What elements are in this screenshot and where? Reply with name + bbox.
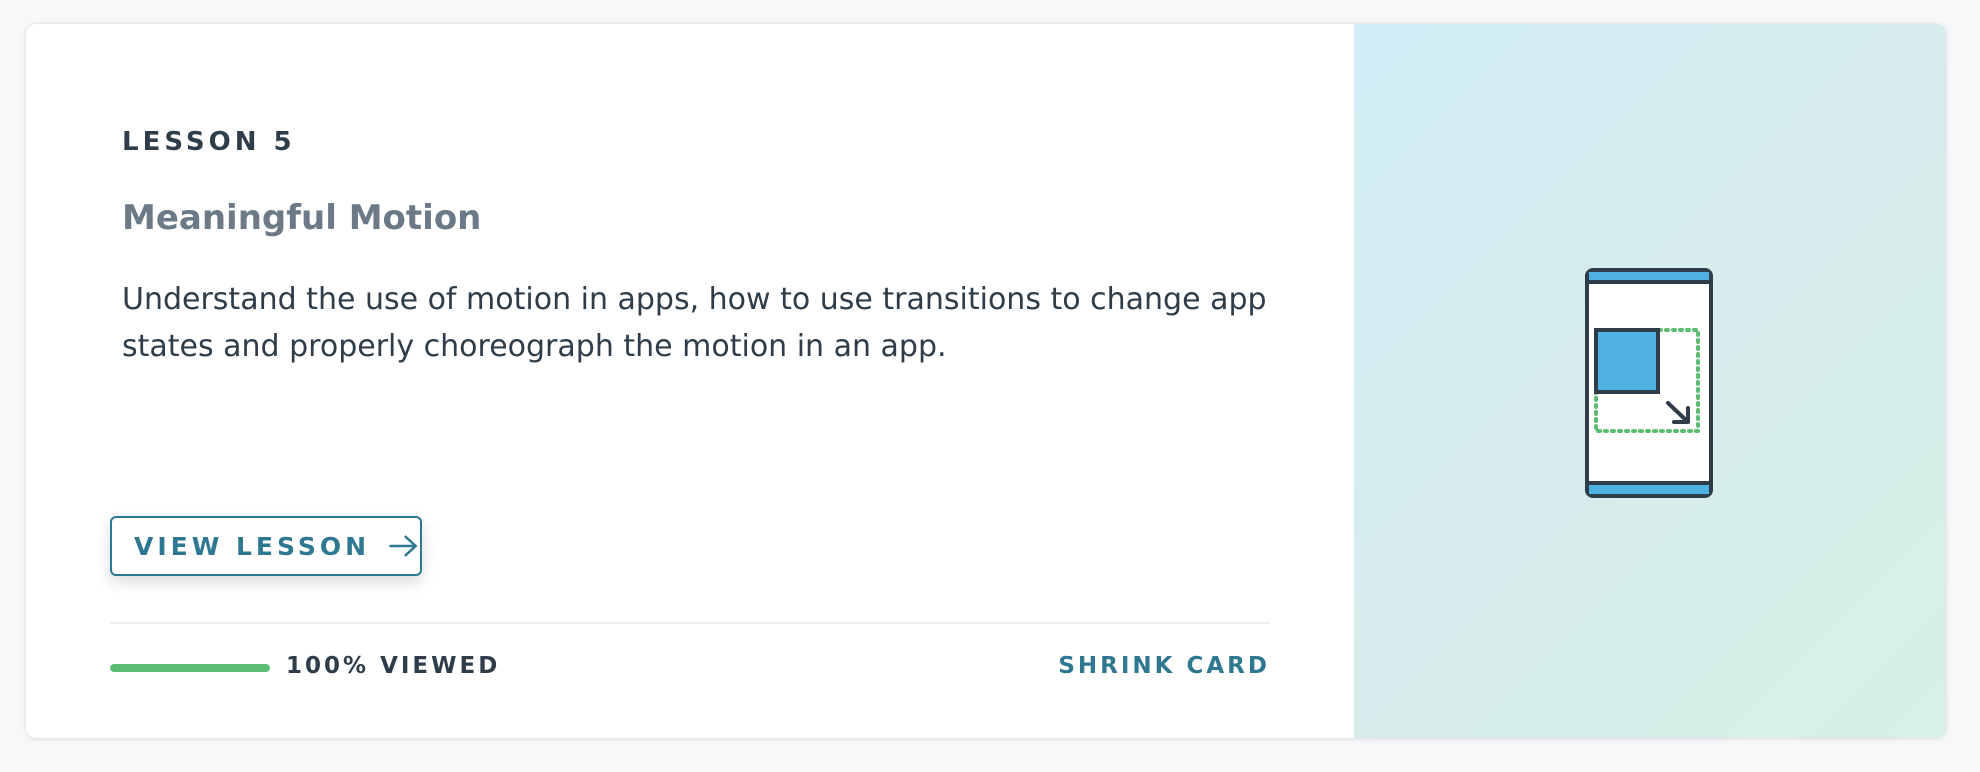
progress-bar [110, 664, 270, 672]
progress-text: 100% VIEWED [286, 653, 501, 679]
lesson-card: LESSON 5 Meaningful Motion Understand th… [26, 24, 1946, 738]
view-lesson-label: VIEW LESSON [134, 531, 371, 561]
progress-bar-fill [110, 664, 270, 672]
footer-divider [110, 622, 1270, 624]
view-lesson-button[interactable]: VIEW LESSON [110, 516, 422, 576]
illustration-panel [1354, 24, 1946, 738]
lesson-content: LESSON 5 Meaningful Motion Understand th… [26, 24, 1354, 738]
shrink-card-link[interactable]: SHRINK CARD [1058, 653, 1270, 679]
lesson-title: Meaningful Motion [122, 198, 482, 238]
lesson-number-label: LESSON 5 [122, 127, 296, 157]
arrow-right-icon [389, 535, 418, 557]
phone-motion-icon [1585, 268, 1713, 498]
lesson-description: Understand the use of motion in apps, ho… [122, 282, 1267, 364]
